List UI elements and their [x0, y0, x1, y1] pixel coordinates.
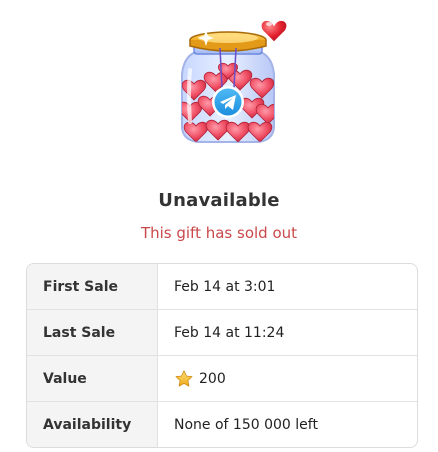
gift-details-table: First Sale Feb 14 at 3:01 Last Sale Feb … [26, 263, 418, 448]
availability-value: None of 150 000 left [174, 416, 318, 433]
heart-jar-telegram-icon [181, 18, 289, 143]
star-icon [175, 369, 193, 386]
last-sale-label: Last Sale [27, 310, 158, 355]
gift-info-panel: Unavailable This gift has sold out First… [0, 0, 438, 452]
availability-label: Availability [27, 402, 158, 447]
table-row-first-sale: First Sale Feb 14 at 3:01 [27, 264, 417, 310]
table-row-value: Value 200 [27, 356, 417, 402]
value-amount: 200 [199, 370, 226, 387]
last-sale-value: Feb 14 at 11:24 [174, 324, 285, 341]
value-cell: 200 [158, 356, 417, 401]
value-label: Value [27, 356, 158, 401]
first-sale-value: Feb 14 at 3:01 [174, 278, 276, 295]
sold-out-message: This gift has sold out [140, 224, 298, 242]
first-sale-label: First Sale [27, 264, 158, 309]
table-row-availability: Availability None of 150 000 left [27, 402, 417, 447]
gift-status-title: Unavailable [158, 190, 280, 211]
table-row-last-sale: Last Sale Feb 14 at 11:24 [27, 310, 417, 356]
